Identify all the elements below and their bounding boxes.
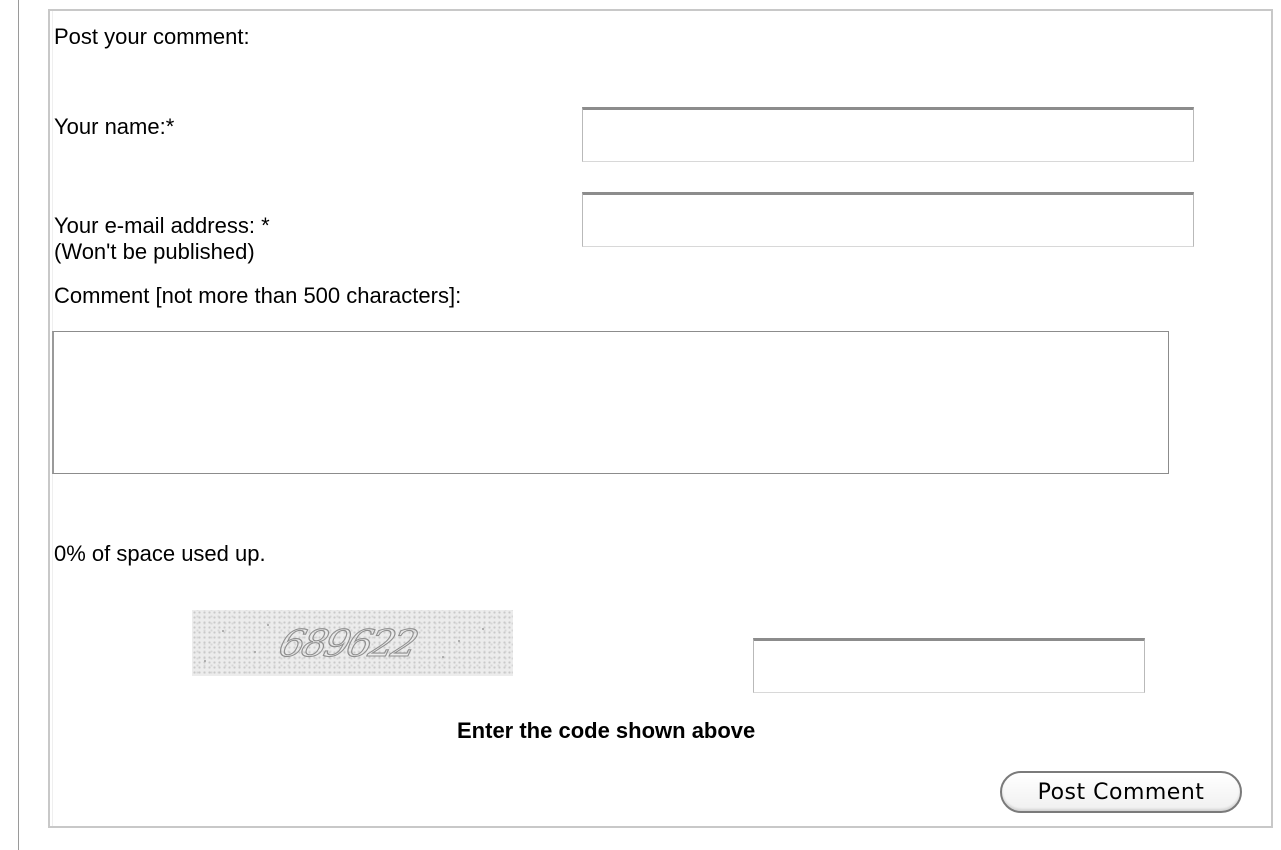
captcha-noise-dot [222, 630, 224, 632]
email-input[interactable] [582, 192, 1194, 247]
captcha-noise-dot [204, 660, 206, 662]
captcha-noise-dot [267, 624, 269, 626]
space-used-counter: 0% of space used up. [54, 541, 266, 566]
email-privacy-note: (Won't be published) [54, 239, 255, 264]
captcha-noise-dot [482, 628, 484, 630]
page: Post your comment: Your name:* Your e-ma… [0, 0, 1281, 850]
captcha-hint: Enter the code shown above [457, 718, 756, 743]
comment-label: Comment [not more than 500 characters]: [54, 283, 462, 308]
captcha-noise-dot [458, 640, 460, 642]
post-comment-button[interactable]: Post Comment [1000, 771, 1242, 813]
form-heading: Post your comment: [54, 24, 250, 49]
comment-textarea[interactable] [52, 331, 1169, 474]
name-label: Your name:* [54, 114, 175, 139]
captcha-noise-dot [442, 656, 444, 658]
captcha-code-text: 689622 [274, 622, 420, 666]
captcha-noise-dot [254, 651, 256, 653]
captcha-image: 689622 [192, 610, 513, 676]
name-input[interactable] [582, 107, 1194, 162]
captcha-input[interactable] [753, 638, 1145, 693]
page-left-divider [18, 0, 19, 850]
email-label: Your e-mail address: * [54, 213, 270, 238]
